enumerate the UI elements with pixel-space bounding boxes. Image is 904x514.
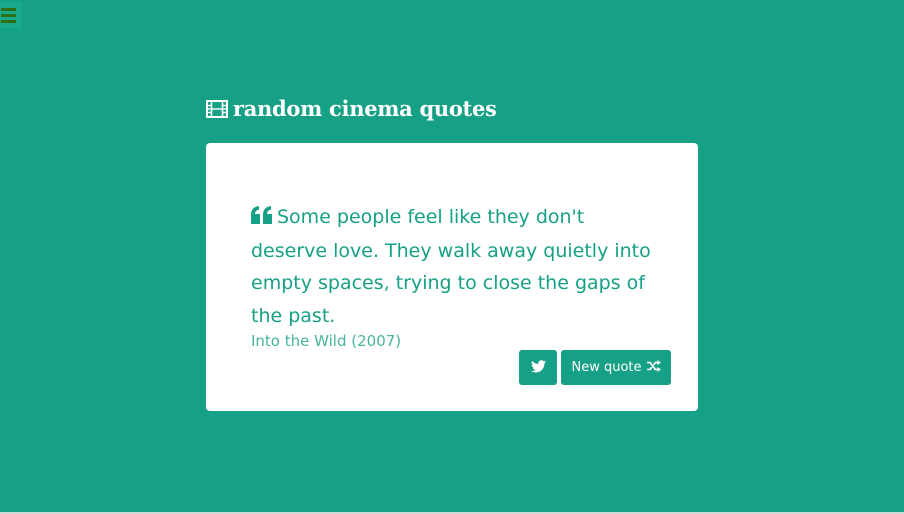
quote-author: Into the Wild (2007)	[251, 332, 402, 350]
new-quote-label: New quote	[571, 360, 642, 375]
menu-bar	[1, 7, 16, 11]
menu-bar	[1, 13, 16, 17]
shuffle-icon	[646, 359, 661, 376]
twitter-icon	[530, 358, 546, 377]
page-title-text: random cinema quotes	[233, 96, 497, 121]
quote-left-icon	[251, 202, 273, 235]
hamburger-menu-icon[interactable]	[0, 2, 22, 28]
film-icon	[206, 99, 228, 118]
menu-bar	[1, 19, 16, 23]
quote-text: Some people feel like they don't deserve…	[251, 206, 651, 327]
tweet-button[interactable]	[519, 350, 557, 385]
new-quote-button[interactable]: New quote	[561, 350, 671, 385]
page-title: random cinema quotes	[206, 96, 497, 121]
quote-card: Some people feel like they don't deserve…	[206, 143, 698, 411]
quote-block: Some people feel like they don't deserve…	[251, 201, 661, 332]
